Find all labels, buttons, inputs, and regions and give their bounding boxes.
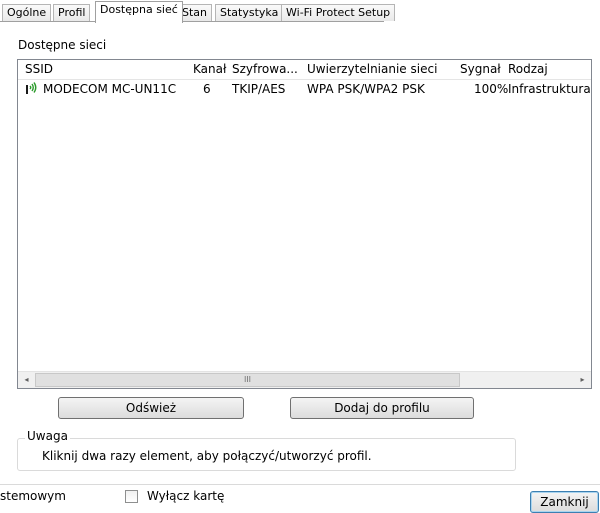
tab-baseline	[0, 21, 384, 22]
tab-strip: Ogólne Profil Dostępna sieć Stan Statyst…	[0, 0, 600, 23]
tab-available-network[interactable]: Dostępna sieć	[95, 1, 183, 23]
note-text: Kliknij dwa razy element, aby połączyć/u…	[42, 449, 372, 463]
disable-card-checkbox[interactable]	[125, 490, 138, 503]
refresh-button[interactable]: Odśwież	[58, 397, 244, 419]
column-header-ssid[interactable]: SSID	[25, 60, 53, 79]
disable-card-label[interactable]: Wyłącz kartę	[147, 489, 224, 503]
wifi-signal-icon	[24, 81, 38, 98]
column-header-type[interactable]: Rodzaj	[508, 60, 548, 79]
header-divider	[18, 79, 591, 80]
scroll-right-icon[interactable]: ▸	[574, 372, 591, 388]
cell-type: Infrastruktura	[508, 82, 591, 96]
scroll-thumb[interactable]: III	[35, 373, 460, 387]
tab-wifi-protect-setup[interactable]: Wi-Fi Protect Setup	[281, 4, 396, 21]
group-label: Dostępne sieci	[18, 38, 107, 52]
tab-general[interactable]: Ogólne	[2, 4, 52, 21]
column-header-channel[interactable]: Kanał	[193, 60, 226, 79]
horizontal-scrollbar[interactable]: ◂ III ▸	[18, 371, 591, 388]
network-list[interactable]: SSID Kanał Szyfrowa... Uwierzytelnianie …	[17, 59, 592, 389]
cell-ssid: MODECOM MC-UN11C	[43, 82, 177, 96]
column-header-signal[interactable]: Sygnał	[460, 60, 501, 79]
tab-statistics[interactable]: Statystyka	[215, 4, 284, 21]
close-button[interactable]: Zamknij	[530, 491, 599, 513]
column-header-auth[interactable]: Uwierzytelnianie sieci	[307, 60, 437, 79]
add-to-profile-button[interactable]: Dodaj do profilu	[290, 397, 474, 419]
cell-encryption: TKIP/AES	[232, 82, 286, 96]
cell-signal: 100%	[474, 82, 509, 96]
column-header-encryption[interactable]: Szyfrowa...	[232, 60, 298, 79]
bottom-divider	[0, 484, 600, 485]
note-title: Uwaga	[25, 429, 70, 443]
tab-profile[interactable]: Profil	[53, 4, 91, 21]
cell-auth: WPA PSK/WPA2 PSK	[307, 82, 425, 96]
partial-label: stemowym	[0, 489, 66, 503]
cell-channel: 6	[203, 82, 211, 96]
scroll-left-icon[interactable]: ◂	[18, 372, 35, 388]
